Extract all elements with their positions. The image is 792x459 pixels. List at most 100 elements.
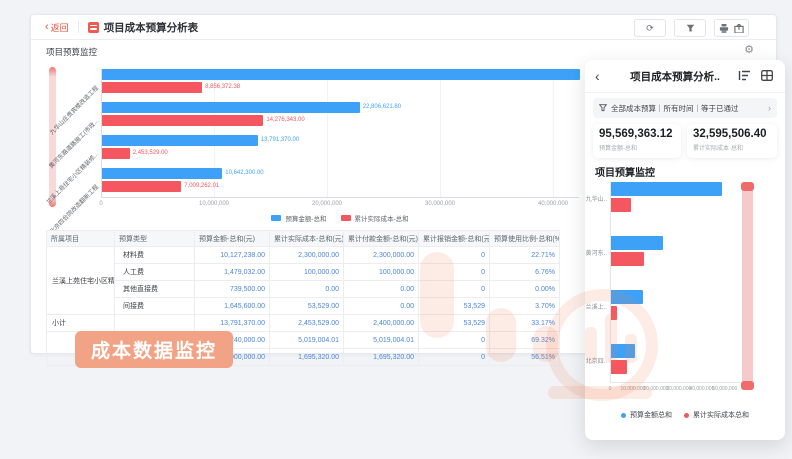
table-header-cell: 预算金额-总和(元) xyxy=(195,231,270,247)
panel-filter-bar[interactable]: 全部成本预算｜所有时间｜等于已通过 › xyxy=(593,98,777,118)
table-header-row: 所属项目预算类型预算金额-总和(元)累计实际成本-总和(元)累计付款金额-总和(… xyxy=(47,231,560,247)
value-cell: 0 xyxy=(419,247,490,264)
legend-item[interactable]: 累计实际成本总和 xyxy=(684,410,749,420)
table-row: 人工费1,479,032.00100,000.00100,000.0006.76… xyxy=(47,264,560,281)
panel-chart-legend: 预算金额总和 累计实际成本总和 xyxy=(585,410,785,420)
chart-zoom-slider[interactable] xyxy=(49,67,56,207)
budget-type-cell: 其他直接费 xyxy=(115,281,195,298)
window-topbar: ‹ 返回 项目成本预算分析表 ⟳ xyxy=(31,15,776,40)
x-axis-line xyxy=(101,197,579,198)
budget-bar[interactable] xyxy=(102,102,360,113)
filter-button[interactable] xyxy=(674,19,706,37)
mobile-preview-panel: ‹ 项目成本预算分析.. 全部成本预算｜所有时间｜等于已通过 › 95,569,… xyxy=(585,60,785,440)
axis-tick-label: 0 xyxy=(609,386,612,392)
actual-cost-bar[interactable] xyxy=(102,115,263,126)
caption-badge: 成本数据监控 xyxy=(75,331,233,368)
export-icon xyxy=(734,24,744,33)
actual-cost-bar[interactable] xyxy=(611,360,627,374)
panel-header: ‹ 项目成本预算分析.. xyxy=(585,60,785,93)
actual-cost-bar[interactable] xyxy=(102,181,181,192)
budget-bar[interactable] xyxy=(102,135,258,146)
category-label: 九华山.. xyxy=(585,194,607,203)
budget-bar[interactable] xyxy=(611,182,722,196)
value-cell: 2,300,000.00 xyxy=(344,247,419,264)
actual-cost-bar[interactable] xyxy=(611,198,631,212)
budget-type-cell: 间接费 xyxy=(115,298,195,315)
table-header-cell: 累计付款金额-总和(元) xyxy=(344,231,419,247)
value-cell: 0.00 xyxy=(344,298,419,315)
funnel-icon xyxy=(686,24,695,33)
gear-icon[interactable]: ⚙ xyxy=(744,45,754,56)
table-row: 兰溪上苑住宅小区精装修第...材料费10,127,238.002,300,000… xyxy=(47,247,560,264)
panel-back-icon[interactable]: ‹ xyxy=(595,69,600,83)
grid-view-icon[interactable] xyxy=(761,70,773,81)
budget-bar[interactable] xyxy=(611,236,663,250)
value-cell: 1,695,320.00 xyxy=(344,349,419,366)
legend-swatch xyxy=(271,215,281,221)
legend-item[interactable]: 预算金额-总和 xyxy=(271,213,326,223)
value-cell: 0 xyxy=(419,332,490,349)
value-cell: 53,529 xyxy=(419,315,490,332)
value-cell: 0.00% xyxy=(490,281,560,298)
budget-bar[interactable] xyxy=(102,168,222,179)
value-cell: 33.17% xyxy=(490,315,560,332)
back-button[interactable]: ‹ 返回 xyxy=(45,21,69,34)
legend-dot xyxy=(621,413,626,418)
value-cell: 5,019,004.01 xyxy=(344,332,419,349)
legend-item[interactable]: 累计实际成本-总和 xyxy=(341,213,409,223)
panel-filter-text: 全部成本预算｜所有时间｜等于已通过 xyxy=(611,103,768,114)
actual-cost-bar[interactable] xyxy=(102,82,202,93)
stat-card-budget: 95,569,363.12 预算金额·总和 xyxy=(593,124,681,158)
table-header-cell: 所属项目 xyxy=(47,231,115,247)
value-cell: 1,479,032.00 xyxy=(195,264,270,281)
axis-tick-label: 30,000,000 xyxy=(666,386,691,392)
value-cell: 2,400,000.00 xyxy=(344,315,419,332)
panel-zoom-slider[interactable] xyxy=(742,186,753,386)
value-cell: 100,000.00 xyxy=(270,264,344,281)
category-label: 黄河东.. xyxy=(585,248,607,257)
value-cell: 53,529 xyxy=(419,298,490,315)
stat-value: 95,569,363.12 xyxy=(599,128,675,140)
project-cell: 兰溪上苑住宅小区精装修第... xyxy=(47,247,115,315)
budget-type-cell xyxy=(115,315,195,332)
value-cell: 0.00 xyxy=(344,281,419,298)
value-cell: 10,127,238.00 xyxy=(195,247,270,264)
topbar-divider xyxy=(78,21,79,33)
slider-bottom-handle[interactable] xyxy=(741,381,754,390)
panel-funnel-icon xyxy=(599,104,607,112)
axis-tick-label: 50,000,000 xyxy=(712,386,737,392)
refresh-button[interactable]: ⟳ xyxy=(634,19,666,37)
axis-tick-label: 20,000,000 xyxy=(643,386,668,392)
value-cell: 0.00 xyxy=(270,281,344,298)
value-cell: 69.32% xyxy=(490,332,560,349)
print-export-button-group[interactable] xyxy=(714,19,749,37)
bar-value-label: 10,642,300.00 xyxy=(225,168,263,179)
refresh-icon: ⟳ xyxy=(646,23,654,34)
panel-filter-chevron-icon: › xyxy=(768,103,771,113)
axis-tick-label: 40,000,000 xyxy=(538,201,568,207)
actual-cost-bar[interactable] xyxy=(611,252,644,266)
main-chart-legend: 预算金额-总和 累计实际成本-总和 xyxy=(101,213,579,223)
actual-cost-bar[interactable] xyxy=(102,148,130,159)
table-header-cell: 累计报销金额-总和(元) xyxy=(419,231,490,247)
budget-bar[interactable] xyxy=(611,344,635,358)
printer-icon xyxy=(719,24,729,33)
value-cell: 2,300,000.00 xyxy=(270,247,344,264)
bar-value-label: 22,806,621.80 xyxy=(363,102,401,113)
report-doc-icon xyxy=(88,22,99,33)
budget-bar[interactable] xyxy=(102,69,580,80)
budget-bar[interactable] xyxy=(611,290,643,304)
sort-list-icon[interactable] xyxy=(738,70,751,81)
value-cell: 100,000.00 xyxy=(344,264,419,281)
slider-top-handle[interactable] xyxy=(741,182,754,191)
actual-cost-bar[interactable] xyxy=(611,306,617,320)
table-row: 其他直接费739,500.000.000.0000.00% xyxy=(47,281,560,298)
legend-item[interactable]: 预算金额总和 xyxy=(621,410,672,420)
value-cell: 22.71% xyxy=(490,247,560,264)
bar-value-label: 7,009,262.01 xyxy=(184,181,219,192)
stat-caption: 预算金额·总和 xyxy=(599,143,675,152)
panel-section-title: 项目预算监控 xyxy=(595,164,655,179)
value-cell: 53,529.00 xyxy=(270,298,344,315)
main-chart-x-ticks: 010,000,00020,000,00030,000,00040,000,00… xyxy=(101,201,579,211)
legend-label: 预算金额-总和 xyxy=(285,213,326,223)
